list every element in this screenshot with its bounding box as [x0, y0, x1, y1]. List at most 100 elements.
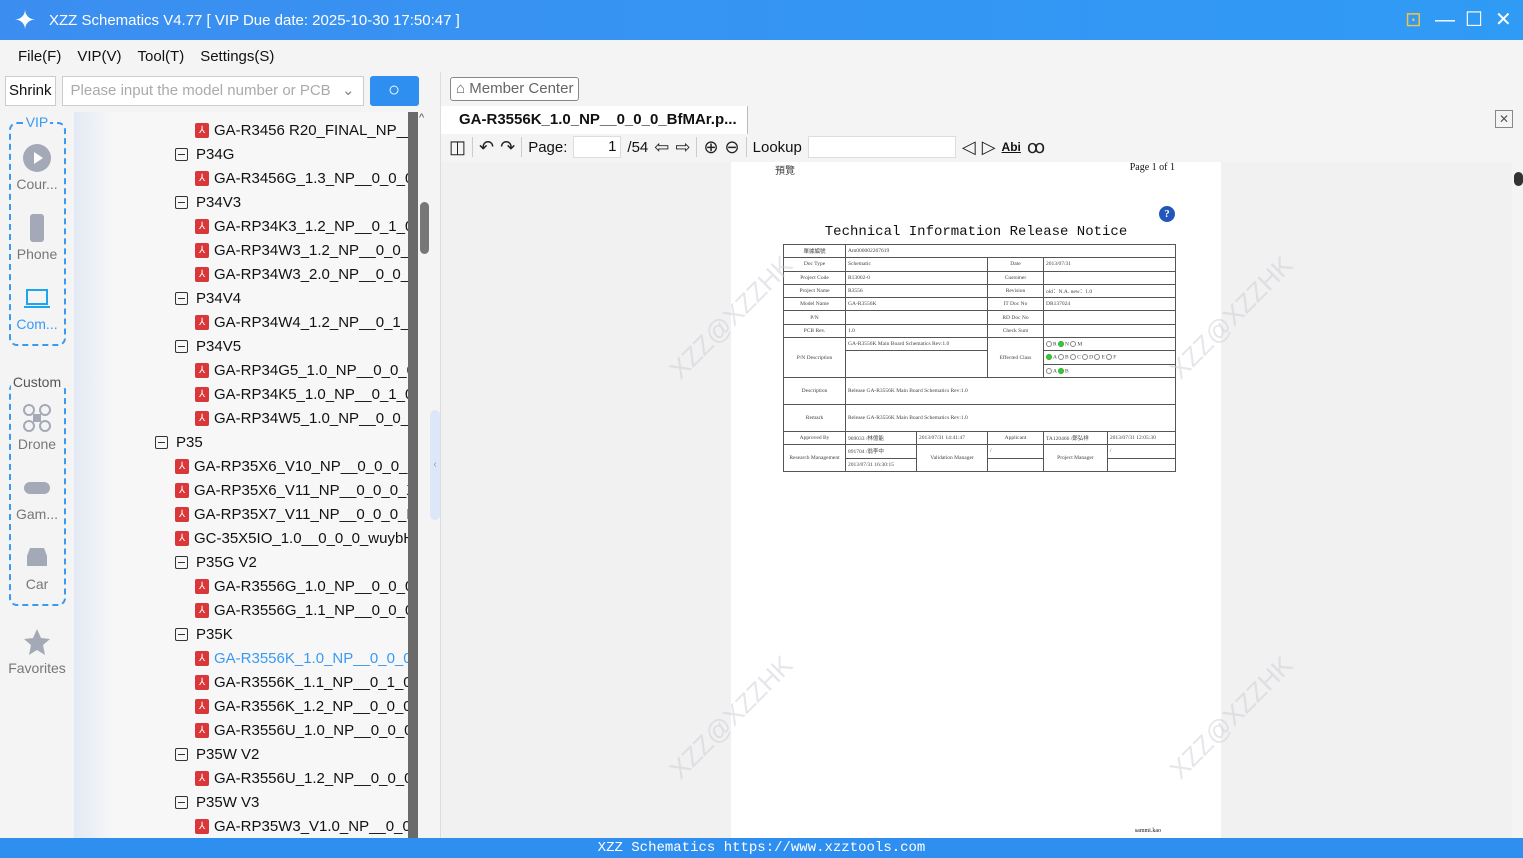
viewer-scrollbar[interactable] — [1512, 162, 1523, 838]
tree-file[interactable]: ⅄ GA-RP35W3_V1.0_NP__0_0_0 — [195, 814, 408, 838]
nav-favorites[interactable]: Favorites — [0, 628, 74, 676]
tree-folder[interactable]: P35K — [175, 622, 233, 646]
radio-label: A — [1052, 354, 1057, 361]
binoculars-icon[interactable]: ꝏ — [1027, 137, 1045, 158]
form-cell: Release GA-R3556K Main Board Schematics … — [845, 376, 1176, 405]
tree-file[interactable]: ⅄ GA-RP35X6_V10_NP__0_0_0_XC — [175, 454, 408, 478]
scroll-thumb[interactable] — [420, 202, 429, 254]
tree-folder[interactable]: P34V3 — [175, 190, 241, 214]
page-input[interactable]: 1 — [573, 136, 622, 158]
collapse-icon[interactable] — [175, 747, 188, 761]
rotate-right-icon[interactable]: ↷ — [500, 137, 515, 158]
nav-label: Car — [25, 576, 49, 592]
minimize-button[interactable]: — — [1435, 8, 1455, 32]
tree-file[interactable]: ⅄ GA-RP34W3_1.2_NP__0_0_0_ — [195, 238, 408, 262]
search-button[interactable]: ○ — [369, 76, 419, 106]
find-next-icon[interactable]: ▷ — [982, 137, 996, 158]
tree-file[interactable]: ⅄ GA-RP35X7_V11_NP__0_0_0_Pr — [175, 502, 408, 526]
model-search-input[interactable]: Please input the model number or PCB ⌄ — [61, 76, 364, 106]
tree-label: GA-RP34W3_2.0_NP__0_0_0_ — [214, 265, 408, 283]
pdf-toolbar: ◫ ↶ ↷ Page: 1 /54 ⇦ ⇨ ⊕ ⊖ Lookup ◁ ▷ Abi… — [449, 134, 1045, 160]
close-button[interactable]: ✕ — [1495, 8, 1512, 32]
panel-splitter[interactable]: ‹ — [430, 410, 440, 520]
chevron-down-icon[interactable]: ⌄ — [342, 77, 355, 105]
tree-file[interactable]: ⅄ GA-R3456 R20_FINAL_NP__0 — [195, 118, 408, 142]
tree-file[interactable]: ⅄ GA-RP34W3_2.0_NP__0_0_0_ — [195, 262, 408, 286]
tree-file[interactable]: ⅄ GA-R3556K_1.1_NP__0_1_0_\ — [195, 670, 408, 694]
nav-game[interactable]: Gam... — [0, 474, 74, 522]
zoom-in-icon[interactable]: ⊕ — [703, 137, 718, 158]
zoom-out-icon[interactable]: ⊖ — [725, 137, 740, 158]
lookup-label: Lookup — [752, 138, 802, 156]
form-cell: 2013/07/31 12:05:30 — [1106, 430, 1177, 446]
prev-page-icon[interactable]: ⇦ — [654, 137, 669, 158]
tree-folder[interactable]: P35G V2 — [175, 550, 257, 574]
collapse-icon[interactable] — [175, 195, 188, 209]
document-tab[interactable]: GA-R3556K_1.0_NP__0_0_0_BfMAr.p... — [441, 106, 748, 134]
collapse-icon[interactable] — [175, 291, 188, 305]
form-cell — [1042, 323, 1177, 339]
tree-file[interactable]: ⅄ GA-RP34W4_1.2_NP__0_1_0_ — [195, 310, 408, 334]
tree-file[interactable]: ⅄ GA-RP34G5_1.0_NP__0_0_0_ — [195, 358, 408, 382]
tree-file[interactable]: ⅄ GA-R3556G_1.0_NP__0_0_0_ — [195, 574, 408, 598]
nav-label: Gam... — [15, 506, 58, 522]
maximize-button[interactable]: ☐ — [1465, 8, 1483, 32]
pdf-icon: ⅄ — [175, 506, 189, 522]
collapse-icon[interactable] — [175, 795, 188, 809]
tree-file[interactable]: ⅄ GA-R3556U_1.0_NP__0_0_0_I — [195, 718, 408, 742]
collapse-icon[interactable] — [175, 555, 188, 569]
tree-label: GA-RP35X6_V10_NP__0_0_0_XC — [194, 457, 408, 475]
close-tab-icon[interactable]: ✕ — [1495, 110, 1513, 128]
tree-folder[interactable]: P35W V2 — [175, 742, 259, 766]
tree-file[interactable]: ⅄ GA-RP34W5_1.0_NP__0_0_0_ — [195, 406, 408, 430]
menu-settings[interactable]: Settings(S) — [200, 48, 274, 65]
tree-file[interactable]: ⅄ GA-R3556U_1.2_NP__0_0_0_S — [195, 766, 408, 790]
tree-file[interactable]: ⅄ GA-R3556K_1.2_NP__0_0_0_c — [195, 694, 408, 718]
menu-tool[interactable]: Tool(T) — [138, 48, 185, 65]
pdf-viewer[interactable]: 預覽 Page 1 of 1 ? Technical Information R… — [441, 162, 1523, 838]
menu-vip[interactable]: VIP(V) — [77, 48, 121, 65]
shrink-button[interactable]: Shrink — [5, 76, 56, 106]
tree-folder[interactable]: P34G — [175, 142, 234, 166]
radio-button — [1094, 354, 1101, 361]
form-cell: 1.0 — [845, 323, 988, 339]
tree-label: P35K — [196, 625, 233, 643]
menu-file[interactable]: File(F) — [18, 48, 61, 65]
nav-computer[interactable]: Com... — [0, 284, 74, 332]
tree-file[interactable]: ⅄ GA-R3556G_1.1_NP__0_0_0_I — [195, 598, 408, 622]
tree-file[interactable]: ⅄ GA-RP34K5_1.0_NP__0_1_0_ — [195, 382, 408, 406]
tree-folder[interactable]: P34V5 — [175, 334, 241, 358]
tree-scrollbar[interactable]: ^ — [408, 112, 430, 838]
collapse-icon[interactable] — [175, 339, 188, 353]
tree-file[interactable]: ⅄ GA-RP35X6_V11_NP__0_0_0_X3 — [175, 478, 408, 502]
rotate-left-icon[interactable]: ↶ — [479, 137, 494, 158]
two-page-icon[interactable]: ◫ — [449, 137, 466, 158]
tree-file[interactable]: ⅄ GA-R3556K_1.0_NP__0_0_0_I — [195, 646, 408, 670]
collapse-icon[interactable] — [175, 147, 188, 161]
collapse-icon[interactable] — [175, 627, 188, 641]
tree-folder[interactable]: P34V4 — [175, 286, 241, 310]
tree-folder[interactable]: P35 — [155, 430, 203, 454]
find-prev-icon[interactable]: ◁ — [962, 137, 976, 158]
nav-phone[interactable]: Phone — [0, 214, 74, 262]
help-icon: ? — [1159, 206, 1175, 222]
tree-label: P34G — [196, 145, 235, 163]
pdf-icon: ⅄ — [175, 458, 189, 474]
form-cell: Project Manager — [1042, 444, 1108, 472]
tree-folder[interactable]: P35W V3 — [175, 790, 259, 814]
vip-bag-icon[interactable]: ⊡ — [1405, 8, 1422, 32]
nav-course[interactable]: Cour... — [0, 144, 74, 192]
nav-drone[interactable]: Drone — [0, 404, 74, 452]
tree-file[interactable]: ⅄ GA-R3456G_1.3_NP__0_0_0_5 — [195, 166, 408, 190]
form-cell — [845, 310, 988, 325]
tree-file[interactable]: ⅄ GC-35X5IO_1.0__0_0_0_wuybH.p — [175, 526, 408, 550]
match-case-icon[interactable]: Abi — [1002, 140, 1021, 154]
lookup-input[interactable] — [807, 136, 956, 158]
member-center-button[interactable]: ⌂ Member Center — [450, 77, 580, 101]
nav-car[interactable]: Car — [0, 544, 74, 592]
collapse-icon[interactable] — [155, 435, 168, 449]
pdf-icon: ⅄ — [195, 698, 209, 714]
car-icon — [27, 548, 47, 566]
tree-file[interactable]: ⅄ GA-RP34K3_1.2_NP__0_1_0_I — [195, 214, 408, 238]
next-page-icon[interactable]: ⇨ — [675, 137, 690, 158]
